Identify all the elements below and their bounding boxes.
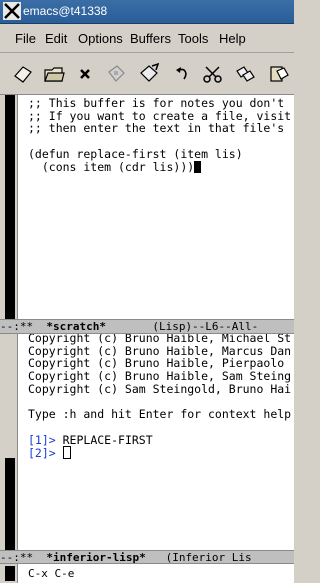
- menu-tools[interactable]: Tools: [178, 31, 208, 46]
- text-cursor: [62, 446, 71, 460]
- inferior-lisp-pane[interactable]: Copyright (c) Bruno Haible, Michael St Co…: [0, 334, 294, 550]
- toolbar: [0, 54, 294, 95]
- save-as-icon[interactable]: [137, 62, 161, 86]
- scratch-line: (cons item (cdr lis))): [28, 159, 195, 174]
- menu-help[interactable]: Help: [219, 31, 246, 46]
- scratch-line-with-cursor: (cons item (cdr lis))): [28, 159, 291, 174]
- cut-scissors-icon[interactable]: [201, 62, 225, 86]
- output-line: Copyright (c) Sam Steingold, Bruno Hai: [28, 381, 292, 396]
- menu-buffers[interactable]: Buffers: [130, 31, 171, 46]
- title-bar[interactable]: emacs@t41338: [0, 0, 294, 24]
- inferior-text[interactable]: Copyright (c) Bruno Haible, Michael St Co…: [28, 334, 291, 460]
- repl-line-1: [1]> REPLACE-FIRST: [28, 432, 291, 447]
- scratch-scroll-thumb[interactable]: [5, 95, 15, 319]
- repl-line-2: [2]>: [28, 446, 291, 460]
- scratch-line: ;; then enter the text in that file's: [28, 121, 285, 136]
- menu-file[interactable]: File: [15, 31, 36, 46]
- repl-prompt: [1]>: [28, 432, 56, 447]
- menu-options[interactable]: Options: [78, 31, 123, 46]
- scratch-text[interactable]: ;; This buffer is for notes you don't ;; …: [28, 97, 291, 173]
- scratch-scrollbar[interactable]: [0, 95, 18, 319]
- minibuffer-thumb: [5, 566, 15, 581]
- save-disk-icon[interactable]: [104, 62, 128, 86]
- scratch-pane[interactable]: ;; This buffer is for notes you don't ;; …: [0, 95, 294, 319]
- x-window-icon: [3, 2, 21, 20]
- mode-line-status: (Lisp)--L6--All-: [105, 320, 259, 333]
- text-cursor: [194, 160, 202, 173]
- close-x-icon[interactable]: [73, 62, 97, 86]
- undo-icon[interactable]: [170, 62, 194, 86]
- mode-line-prefix: --:**: [0, 320, 47, 333]
- inferior-scrollbar[interactable]: [0, 334, 18, 550]
- menu-bar: File Edit Options Buffers Tools Help: [0, 24, 294, 53]
- minibuffer-gutter: [0, 564, 18, 583]
- inferior-scroll-thumb[interactable]: [5, 458, 15, 550]
- mode-line-buffer-name: *scratch*: [46, 320, 106, 333]
- scratch-line: [28, 135, 291, 148]
- minibuffer-text: C-x C-e: [28, 567, 75, 580]
- scratch-line: ;; This buffer is for notes you don't: [28, 96, 285, 110]
- repl-output: REPLACE-FIRST: [55, 432, 153, 447]
- scratch-mode-line[interactable]: --:** *scratch* (Lisp)--L6--All-: [0, 319, 294, 334]
- copy-icon[interactable]: [234, 62, 258, 86]
- new-file-icon[interactable]: [11, 62, 35, 86]
- output-line: Type :h and hit Enter for context help: [28, 407, 292, 422]
- output-line: Copyright (c) Bruno Haible, Sam Steing: [28, 369, 292, 384]
- paste-icon[interactable]: [267, 62, 291, 86]
- open-folder-icon[interactable]: [42, 62, 66, 86]
- menu-edit[interactable]: Edit: [45, 31, 67, 46]
- repl-prompt: [2]>: [28, 446, 56, 461]
- minibuffer[interactable]: C-x C-e: [0, 563, 294, 583]
- window-title: emacs@t41338: [23, 4, 108, 18]
